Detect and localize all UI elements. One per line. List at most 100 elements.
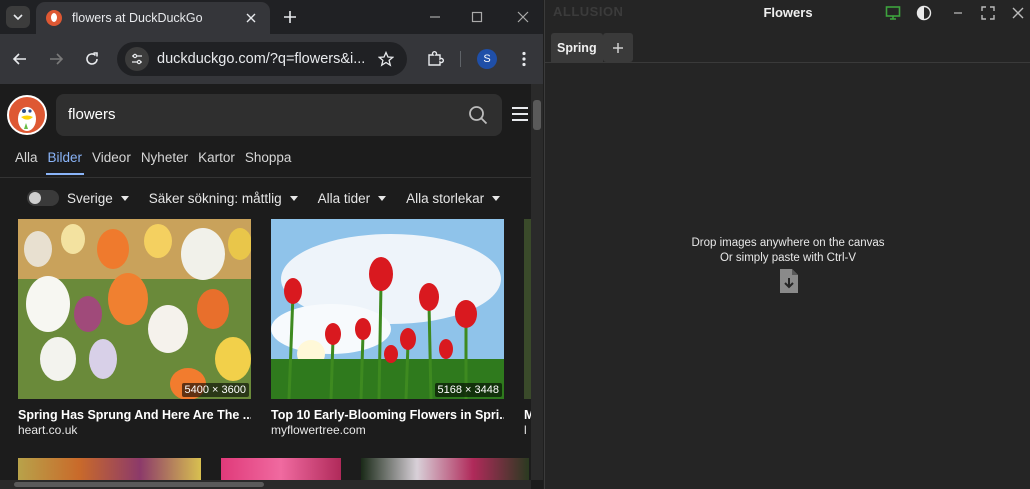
tab-title: flowers at DuckDuckGo <box>72 11 203 25</box>
tab-all[interactable]: Alla <box>15 150 38 175</box>
browser-tab[interactable]: flowers at DuckDuckGo <box>36 2 270 34</box>
size-label: Alla storlekar <box>406 190 485 206</box>
drop-canvas[interactable]: Drop images anywhere on the canvas Or si… <box>545 64 1030 489</box>
bookmark-button[interactable] <box>377 50 395 68</box>
tab-strip: flowers at DuckDuckGo <box>0 0 543 34</box>
tabs-divider <box>0 177 532 178</box>
region-label: Sverige <box>67 190 113 206</box>
back-button[interactable] <box>8 47 32 71</box>
tab-maps[interactable]: Kartor <box>198 150 235 175</box>
reload-icon <box>86 52 98 65</box>
image-result[interactable]: 5168 × 3448 Top 10 Early-Blooming Flower… <box>271 219 504 437</box>
vertical-scrollbar[interactable] <box>531 84 543 480</box>
minimize-button[interactable] <box>422 5 448 29</box>
search-query: flowers <box>68 106 116 123</box>
result-thumbnail[interactable]: 5400 × 3600 <box>18 219 251 399</box>
tab-shopping[interactable]: Shoppa <box>245 150 292 175</box>
browser-window: flowers at DuckDuckGo duckduckgo.com/?q=… <box>0 0 543 489</box>
monitor-icon <box>885 6 901 20</box>
theme-toggle-button[interactable] <box>915 4 933 22</box>
result-title[interactable]: Spring Has Sprung And Here Are The ... <box>18 408 251 422</box>
red-tulips-sky-image <box>271 219 504 399</box>
caret-down-icon <box>120 195 129 201</box>
close-icon <box>517 11 529 23</box>
size-filter[interactable]: Alla storlekar <box>406 190 501 206</box>
maximize-button[interactable] <box>464 5 490 29</box>
profile-avatar[interactable]: S <box>477 49 497 69</box>
hamburger-menu-icon[interactable] <box>512 107 528 121</box>
plus-icon <box>284 11 296 23</box>
forward-button[interactable] <box>44 47 68 71</box>
browser-menu-button[interactable] <box>514 48 534 70</box>
caret-down-icon <box>378 195 387 201</box>
browser-toolbar: duckduckgo.com/?q=flowers&i... S <box>0 34 543 84</box>
add-tab-button[interactable] <box>603 33 633 62</box>
file-download-icon <box>780 269 798 293</box>
search-icon <box>469 106 488 125</box>
kebab-menu-icon <box>522 51 526 67</box>
region-toggle[interactable] <box>27 190 59 206</box>
close-icon <box>1012 7 1024 19</box>
tune-icon <box>132 53 142 65</box>
caret-down-icon <box>492 195 501 201</box>
duck-logo-icon <box>18 107 36 131</box>
search-input[interactable]: flowers <box>56 94 502 136</box>
image-dimensions: 5168 × 3448 <box>434 383 502 397</box>
search-button[interactable] <box>468 105 488 125</box>
paste-instruction: Or simply paste with Ctrl-V <box>719 252 857 264</box>
arrow-left-icon <box>12 53 26 65</box>
tab-spring[interactable]: Spring <box>551 33 603 63</box>
site-info-button[interactable] <box>125 47 149 71</box>
horizontal-scrollbar[interactable] <box>0 480 531 489</box>
duckduckgo-logo[interactable] <box>7 95 47 135</box>
caret-down-icon <box>289 195 298 201</box>
puzzle-icon <box>428 51 444 66</box>
toolbar-divider <box>460 51 461 67</box>
close-window-button[interactable] <box>510 5 536 29</box>
time-label: Alla tider <box>317 190 371 206</box>
app-fullscreen-button[interactable] <box>979 4 997 22</box>
allusion-window: ALLUSION Flowers Spring Drop images anyw… <box>544 0 1030 489</box>
tab-close-button[interactable] <box>242 9 260 27</box>
tulip-field-image <box>18 219 251 399</box>
safe-search-filter[interactable]: Säker sökning: måttlig <box>149 191 298 206</box>
minimize-icon <box>954 12 962 14</box>
tab-search-button[interactable] <box>6 6 30 28</box>
tab-news[interactable]: Nyheter <box>141 150 188 175</box>
arrow-right-icon <box>50 53 64 65</box>
result-thumbnail[interactable]: 5168 × 3448 <box>271 219 504 399</box>
image-dimensions: 5400 × 3600 <box>181 383 249 397</box>
monitor-button[interactable] <box>884 4 902 22</box>
chevron-down-icon <box>13 14 23 21</box>
scrollbar-thumb[interactable] <box>14 482 264 487</box>
search-category-tabs: Alla Bilder Videor Nyheter Kartor Shoppa <box>15 150 301 175</box>
filter-bar: Sverige Säker sökning: måttlig Alla tide… <box>27 190 520 206</box>
result-title[interactable]: Top 10 Early-Blooming Flowers in Spri... <box>271 408 504 422</box>
page-viewport: flowers Alla Bilder Videor Nyheter Karto… <box>0 84 543 489</box>
region-filter[interactable]: Sverige <box>67 191 129 206</box>
duckduckgo-favicon-icon <box>46 10 62 26</box>
minimize-icon <box>430 16 440 18</box>
app-minimize-button[interactable] <box>949 4 967 22</box>
plus-icon <box>613 42 623 53</box>
new-tab-button[interactable] <box>278 5 302 29</box>
contrast-icon <box>916 5 932 21</box>
scrollbar-thumb[interactable] <box>533 100 541 130</box>
time-filter[interactable]: Alla tider <box>318 191 387 206</box>
result-source[interactable]: heart.co.uk <box>18 423 251 437</box>
extensions-button[interactable] <box>424 48 446 70</box>
image-result[interactable]: 5400 × 3600 Spring Has Sprung And Here A… <box>18 219 251 437</box>
address-bar[interactable]: duckduckgo.com/?q=flowers&i... <box>117 42 407 76</box>
star-icon <box>378 51 394 67</box>
url-text: duckduckgo.com/?q=flowers&i... <box>157 51 366 67</box>
tab-images[interactable]: Bilder <box>45 150 84 175</box>
app-tab-bar: Spring <box>545 31 1030 63</box>
app-close-button[interactable] <box>1009 4 1027 22</box>
reload-button[interactable] <box>80 47 104 71</box>
close-icon <box>246 13 256 23</box>
tab-videos[interactable]: Videor <box>92 150 131 175</box>
drop-instruction: Drop images anywhere on the canvas <box>691 237 885 249</box>
app-titlebar: ALLUSION Flowers <box>545 0 1030 26</box>
result-source[interactable]: myflowertree.com <box>271 423 504 437</box>
maximize-icon <box>471 11 483 23</box>
